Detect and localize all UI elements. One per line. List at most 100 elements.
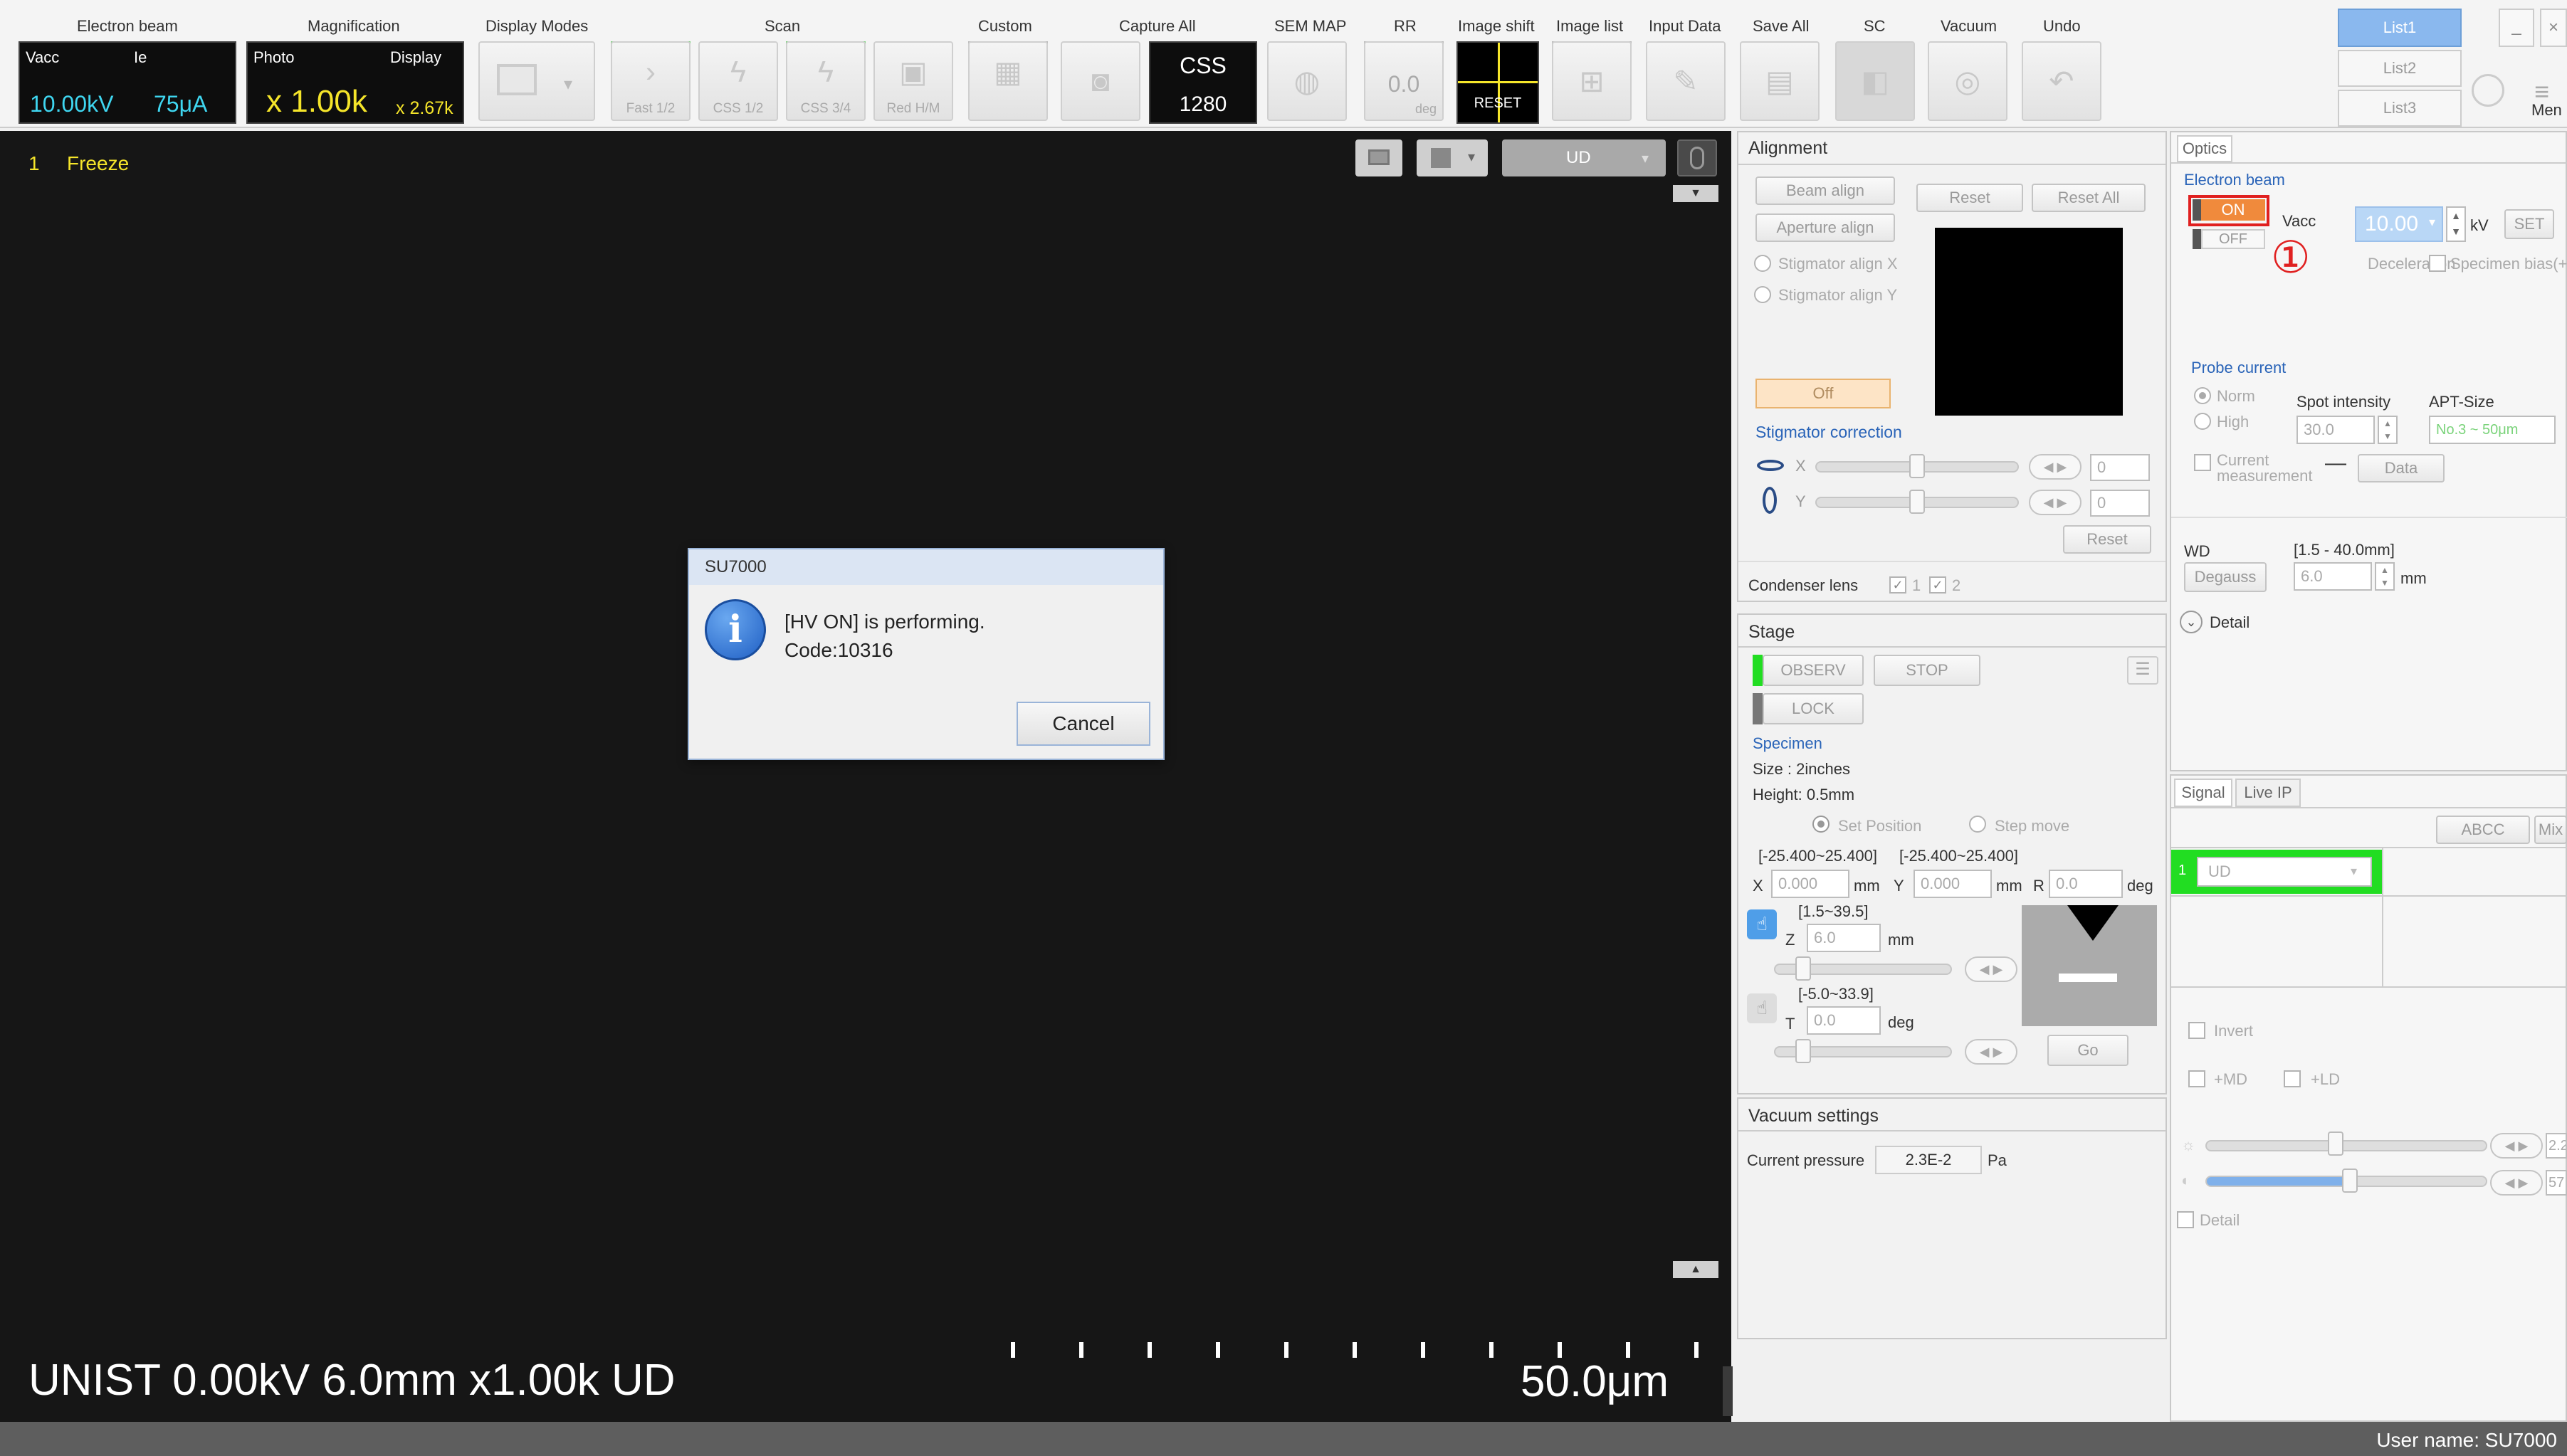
wd-select[interactable]: 6.0 xyxy=(2294,562,2372,591)
stage-menu-icon[interactable]: ☰ xyxy=(2127,656,2158,685)
current-measurement-checkbox[interactable] xyxy=(2194,454,2211,471)
stage-x-input[interactable]: 0.000 xyxy=(1771,870,1849,898)
scan-red-button[interactable]: ▣ Red H/M xyxy=(873,41,953,121)
stop-button[interactable]: STOP xyxy=(1874,655,1980,686)
stigmator-x-stepper[interactable]: ◀ ▶ xyxy=(2029,454,2082,480)
spot-spinner[interactable]: ▲ ▼ xyxy=(2378,416,2398,444)
display-modes-button[interactable]: ▾ xyxy=(478,41,595,121)
list2-button[interactable]: List2 xyxy=(2338,50,2462,87)
mouse-mode-button[interactable] xyxy=(1677,139,1717,176)
record-icon[interactable] xyxy=(2472,74,2504,107)
tab-signal[interactable]: Signal xyxy=(2174,779,2232,807)
brightness-value[interactable]: 57.8 xyxy=(2546,1170,2567,1196)
data-button[interactable]: Data xyxy=(2358,454,2445,482)
high-radio[interactable] xyxy=(2194,413,2211,430)
beam-align-button[interactable]: Beam align xyxy=(1755,176,1895,205)
step-move-radio[interactable] xyxy=(1969,816,1986,833)
collapse-down-icon[interactable]: ▼ xyxy=(1673,185,1718,202)
sem-image-view[interactable]: 1 Freeze ▾ UD ▾ ▼ ▲ UNIST 0.00kV 6.0mm x… xyxy=(0,131,1731,1422)
scan-css12-button[interactable]: ϟ CSS 1/2 xyxy=(698,41,778,121)
electron-beam-readout[interactable]: Vacc Ie 10.00kV 75μA xyxy=(19,41,236,124)
image-shift-reset[interactable]: RESET xyxy=(1458,95,1538,112)
stage-z-input[interactable]: 6.0 xyxy=(1807,924,1881,952)
beam-off-button[interactable]: OFF xyxy=(2201,229,2265,249)
tab-live-ip[interactable]: Live IP xyxy=(2235,779,2301,807)
invert-checkbox[interactable] xyxy=(2188,1022,2205,1039)
list3-button[interactable]: List3 xyxy=(2338,90,2462,127)
scan-fast-button[interactable]: › Fast 1/2 xyxy=(611,41,691,121)
list1-button[interactable]: List1 xyxy=(2338,9,2462,47)
scan-css34-button[interactable]: ϟ CSS 3/4 xyxy=(786,41,866,121)
mix-button[interactable]: Mix xyxy=(2534,816,2567,844)
stigmator-y-stepper[interactable]: ◀ ▶ xyxy=(2029,490,2082,515)
apt-size-select[interactable]: No.3 ~ 50μm xyxy=(2429,416,2556,444)
contrast-value[interactable]: 2.2 xyxy=(2546,1133,2567,1159)
set-button[interactable]: SET xyxy=(2504,209,2554,239)
stage-z-stepper[interactable]: ◀ ▶ xyxy=(1965,956,2017,982)
css-resolution-box[interactable]: CSS 1280 xyxy=(1149,41,1257,124)
sem-map-button[interactable]: ◍ xyxy=(1267,41,1347,121)
alignment-preview[interactable] xyxy=(1935,228,2123,416)
magnification-readout[interactable]: Photo Display x 1.00k x 2.67k xyxy=(246,41,464,124)
stage-t-thumb[interactable] xyxy=(1795,1039,1811,1063)
save-all-button[interactable]: ▤ xyxy=(1740,41,1820,121)
ld-checkbox[interactable] xyxy=(2284,1070,2301,1087)
stage-t-stepper[interactable]: ◀ ▶ xyxy=(1965,1039,2017,1065)
norm-radio[interactable] xyxy=(2194,387,2211,404)
md-checkbox[interactable] xyxy=(2188,1070,2205,1087)
stigmator-x-radio[interactable] xyxy=(1754,255,1771,272)
abcc-button[interactable]: ABCC xyxy=(2436,816,2530,844)
specimen-bias-checkbox[interactable] xyxy=(2429,255,2446,272)
image-shift-pad[interactable]: RESET xyxy=(1456,41,1539,124)
vacc-spinner[interactable]: ▲ ▼ xyxy=(2446,206,2466,242)
t-touch-icon[interactable]: ☝ xyxy=(1747,993,1777,1023)
custom-button[interactable]: ▦ xyxy=(968,41,1048,121)
beam-on-button[interactable]: ON xyxy=(2201,199,2265,221)
contrast-slider[interactable] xyxy=(2205,1140,2487,1151)
stigmator-y-value[interactable]: 0 xyxy=(2090,490,2150,517)
stigmator-y-thumb[interactable] xyxy=(1909,490,1925,514)
minimize-button[interactable]: _ xyxy=(2499,9,2534,47)
undo-button[interactable]: ↶ xyxy=(2022,41,2101,121)
signal-detail-checkbox[interactable] xyxy=(2177,1211,2194,1228)
dialog-cancel-button[interactable]: Cancel xyxy=(1017,702,1150,746)
optics-detail-label[interactable]: Detail xyxy=(2210,613,2250,632)
stage-go-button[interactable]: Go xyxy=(2047,1035,2128,1066)
stage-r-input[interactable]: 0.0 xyxy=(2049,870,2123,898)
view-mode-button[interactable] xyxy=(1355,139,1402,176)
lock-button[interactable]: LOCK xyxy=(1763,693,1864,724)
close-button[interactable]: × xyxy=(2540,9,2567,47)
stage-z-thumb[interactable] xyxy=(1795,956,1811,981)
sc-button[interactable]: ◧ xyxy=(1835,41,1915,121)
condenser-2-checkbox[interactable]: ✓ xyxy=(1929,576,1946,594)
contrast-thumb[interactable] xyxy=(2328,1131,2343,1156)
vacuum-button[interactable]: ◎ xyxy=(1928,41,2007,121)
stigmator-y-radio[interactable] xyxy=(1754,286,1771,303)
stage-t-input[interactable]: 0.0 xyxy=(1807,1006,1881,1035)
capture-button[interactable]: ◙ xyxy=(1061,41,1140,121)
signal-detector-select[interactable]: UD xyxy=(2197,857,2372,887)
contrast-stepper[interactable]: ◀ ▶ xyxy=(2490,1133,2543,1159)
brightness-thumb[interactable] xyxy=(2342,1169,2358,1193)
tab-optics[interactable]: Optics xyxy=(2177,135,2232,162)
signal-row-1[interactable]: 1 UD ▾ xyxy=(2171,850,2382,894)
spot-intensity-select[interactable]: 30.0 xyxy=(2296,416,2375,444)
alignment-reset-all-button[interactable]: Reset All xyxy=(2032,184,2146,212)
condenser-1-checkbox[interactable]: ✓ xyxy=(1889,576,1906,594)
aperture-align-button[interactable]: Aperture align xyxy=(1755,213,1895,242)
input-data-button[interactable]: ✎ xyxy=(1646,41,1726,121)
stage-y-input[interactable]: 0.000 xyxy=(1914,870,1992,898)
wd-spinner[interactable]: ▲ ▼ xyxy=(2375,562,2395,591)
alignment-reset-button[interactable]: Reset xyxy=(1916,184,2023,212)
observ-button[interactable]: OBSERV xyxy=(1763,655,1864,686)
alignment-off-button[interactable]: Off xyxy=(1755,379,1891,408)
image-list-button[interactable]: ⊞ xyxy=(1552,41,1632,121)
z-touch-icon[interactable]: ☝ xyxy=(1747,909,1777,939)
save-image-button[interactable]: ▾ xyxy=(1417,139,1488,176)
set-position-radio[interactable] xyxy=(1812,816,1830,833)
brightness-stepper[interactable]: ◀ ▶ xyxy=(2490,1170,2543,1196)
detail-expand-icon[interactable]: ⌄ xyxy=(2180,611,2203,633)
rr-button[interactable]: 0.0 deg xyxy=(1364,41,1444,121)
degauss-button[interactable]: Degauss xyxy=(2184,562,2267,592)
stigmator-x-value[interactable]: 0 xyxy=(2090,454,2150,481)
